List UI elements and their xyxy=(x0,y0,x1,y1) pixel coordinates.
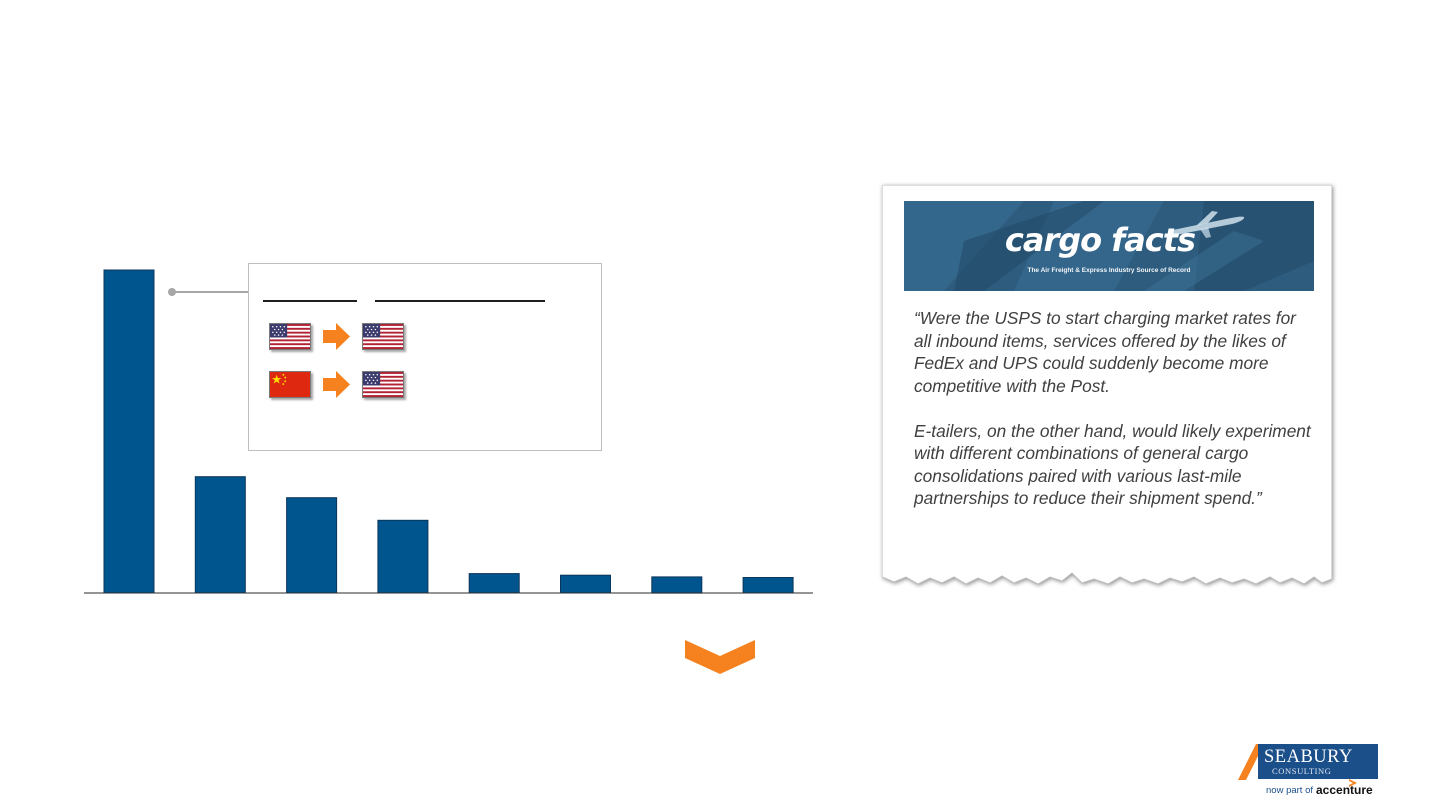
seabury-consulting-logo: SEABURY CONSULTING now part of accenture xyxy=(1238,744,1380,800)
cargo-facts-tagline: The Air Freight & Express Industry Sourc… xyxy=(1027,267,1191,274)
callout-leader-dot xyxy=(168,288,176,296)
quote-text: “Were the USPS to start charging market … xyxy=(914,307,1314,532)
cargo-facts-banner: cargo facts The Air Freight & Express In… xyxy=(904,201,1314,291)
accenture-wordmark: accenture xyxy=(1316,783,1373,797)
quote-card: cargo facts The Air Freight & Express In… xyxy=(882,185,1332,591)
bar-3 xyxy=(286,497,338,594)
bar-6 xyxy=(560,574,611,594)
us-flag xyxy=(362,371,404,398)
accenture-mark-icon xyxy=(1349,779,1357,787)
bar-1 xyxy=(103,269,155,594)
bar-4 xyxy=(377,519,429,594)
chevron-down-icon xyxy=(685,640,755,674)
us-flag xyxy=(362,323,404,350)
header-rule-right xyxy=(375,300,545,302)
bar-5 xyxy=(468,573,520,594)
china-flag xyxy=(269,371,311,398)
quote-paragraph: E-tailers, on the other hand, would like… xyxy=(914,420,1311,509)
us-flag xyxy=(269,323,311,350)
quote-paragraph: “Were the USPS to start charging market … xyxy=(914,308,1296,396)
route-callout-box xyxy=(248,263,602,451)
route-arrow-icon xyxy=(323,323,350,350)
header-rule-left xyxy=(263,300,357,302)
logo-brand-text: SEABURY xyxy=(1264,747,1353,767)
route-arrow-icon xyxy=(323,371,350,398)
bar-2 xyxy=(194,476,246,594)
logo-part-of-text: now part of xyxy=(1266,785,1313,796)
bar-8 xyxy=(742,577,794,594)
cargo-facts-logo: cargo facts xyxy=(1004,221,1196,259)
logo-sub-text: CONSULTING xyxy=(1272,766,1332,776)
bar-7 xyxy=(651,576,703,594)
